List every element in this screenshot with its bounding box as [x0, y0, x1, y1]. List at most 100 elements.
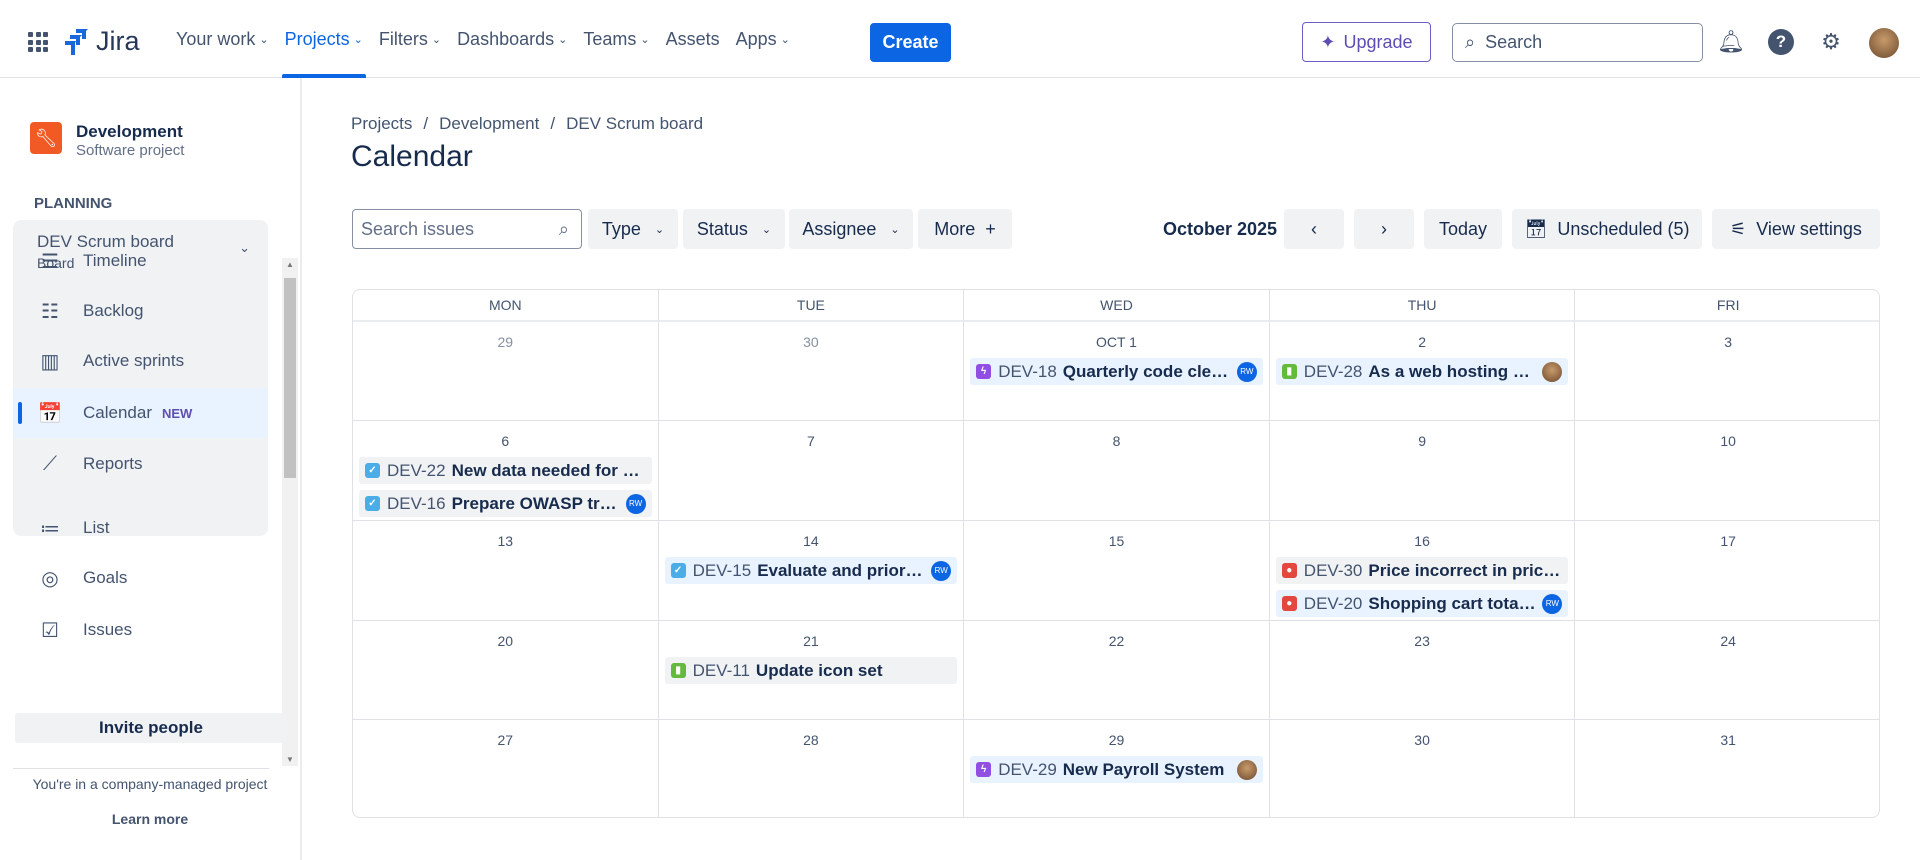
- sidebar-item-reports[interactable]: ⟋ Reports: [13, 439, 268, 489]
- search-input[interactable]: ⌕ Search: [1452, 23, 1703, 62]
- day-cell[interactable]: 31: [1575, 720, 1879, 817]
- day-cell[interactable]: 29: [353, 322, 659, 421]
- upgrade-button[interactable]: ✦ Upgrade: [1302, 22, 1431, 62]
- sidebar-item-goals[interactable]: ◎ Goals: [13, 553, 268, 603]
- app-switcher-icon[interactable]: [28, 32, 48, 52]
- issue-card[interactable]: ϟ DEV-18 Quarterly code cleanupRW: [970, 358, 1263, 385]
- upgrade-label: Upgrade: [1343, 31, 1413, 52]
- issue-card[interactable]: ✓ DEV-16 Prepare OWASP trainingRW: [359, 490, 652, 517]
- breadcrumb-board[interactable]: DEV Scrum board: [566, 114, 703, 133]
- day-cell[interactable]: 17: [1575, 521, 1879, 621]
- nav-filters[interactable]: Filters ⌄: [371, 0, 449, 78]
- create-button[interactable]: Create: [870, 23, 951, 62]
- day-number: OCT 1: [1095, 334, 1137, 350]
- nav-assets[interactable]: Assets: [658, 0, 728, 78]
- issue-card[interactable]: ● DEV-30 Price incorrect in pricing page: [1275, 557, 1569, 584]
- scroll-up-icon[interactable]: ▲: [286, 260, 294, 269]
- prev-month-button[interactable]: ‹: [1284, 209, 1344, 249]
- issue-card[interactable]: ✓ DEV-22 New data needed for campaign: [359, 457, 652, 484]
- day-cell[interactable]: 15: [964, 521, 1270, 621]
- jira-logo[interactable]: Jira: [64, 26, 140, 57]
- unscheduled-button[interactable]: 📅︎ Unscheduled (5): [1512, 209, 1702, 249]
- day-cell[interactable]: 23: [1269, 621, 1576, 720]
- story-icon: ▮: [670, 663, 686, 678]
- day-cell[interactable]: 21 ▮ DEV-11 Update icon set: [658, 621, 965, 720]
- day-cell[interactable]: 9: [1269, 421, 1576, 521]
- nav-label: Assets: [665, 28, 720, 49]
- unscheduled-label: Unscheduled (5): [1557, 218, 1690, 239]
- breadcrumb-projects[interactable]: Projects: [351, 114, 412, 133]
- issue-summary: Price incorrect in pricing page: [1368, 560, 1562, 580]
- day-cell[interactable]: OCT 1 ϟ DEV-18 Quarterly code cleanupRW: [964, 322, 1270, 421]
- jira-logo-text: Jira: [96, 26, 140, 56]
- day-cell[interactable]: 8: [964, 421, 1270, 521]
- sidebar-scrollbar[interactable]: ▲ ▼: [282, 258, 298, 766]
- next-month-button[interactable]: ›: [1354, 209, 1414, 249]
- nav-teams[interactable]: Teams ⌄: [575, 0, 657, 78]
- notifications-icon[interactable]: 🔔︎: [1717, 29, 1745, 55]
- nav-apps[interactable]: Apps ⌄: [728, 0, 798, 78]
- project-header[interactable]: 🔧︎ Development Software project: [30, 122, 184, 160]
- sidebar-item-list[interactable]: ≔ List: [13, 503, 268, 553]
- day-cell[interactable]: 6 ✓ DEV-22 New data needed for campaign …: [353, 421, 659, 521]
- sidebar-item-issues[interactable]: ☑ Issues: [13, 605, 268, 655]
- nav-your-work[interactable]: Your work ⌄: [168, 0, 277, 78]
- search-issues-placeholder: Search issues: [361, 218, 475, 239]
- nav-projects[interactable]: Projects ⌄: [277, 0, 371, 78]
- scroll-down-icon[interactable]: ▼: [286, 755, 294, 764]
- day-number: 14: [803, 533, 819, 549]
- sidebar-item-active-sprints[interactable]: ▥ Active sprints: [13, 336, 268, 386]
- assignee-avatar: RW: [1236, 361, 1257, 382]
- status-filter[interactable]: Status ⌄: [683, 209, 785, 249]
- issue-card[interactable]: ϟ DEV-29 New Payroll System: [970, 756, 1263, 783]
- day-cell[interactable]: 16 ● DEV-30 Price incorrect in pricing p…: [1269, 521, 1576, 621]
- help-icon[interactable]: ?: [1768, 29, 1794, 55]
- day-cell[interactable]: 29 ϟ DEV-29 New Payroll System: [964, 720, 1270, 817]
- search-icon: ⌕: [558, 218, 569, 239]
- day-cell[interactable]: 20: [353, 621, 659, 720]
- more-filters-button[interactable]: More +: [918, 209, 1012, 249]
- backlog-icon: ☷: [41, 300, 59, 323]
- sidebar-item-backlog[interactable]: ☷ Backlog: [13, 286, 268, 336]
- day-cell[interactable]: 7: [658, 421, 965, 521]
- day-number: 7: [806, 433, 815, 449]
- day-cell[interactable]: 30: [1270, 720, 1576, 817]
- day-cell[interactable]: 22: [964, 621, 1270, 720]
- search-issues-input[interactable]: Search issues ⌕: [352, 209, 582, 249]
- day-cell[interactable]: 28: [659, 720, 965, 817]
- day-cell[interactable]: 24: [1575, 621, 1879, 720]
- type-filter[interactable]: Type ⌄: [588, 209, 678, 249]
- issue-card[interactable]: ● DEV-20 Shopping cart total wrong RW: [1275, 590, 1569, 617]
- issue-card[interactable]: ▮ DEV-28 As a web hosting customer: [1275, 358, 1569, 385]
- sidebar-item-calendar[interactable]: 📅 Calendar NEW: [13, 388, 268, 438]
- learn-more-link[interactable]: Learn more: [0, 811, 300, 827]
- today-button[interactable]: Today: [1424, 209, 1502, 249]
- sidebar-item-label: Calendar: [83, 403, 152, 422]
- sidebar-item-timeline[interactable]: ☰ Timeline: [13, 236, 268, 286]
- issue-card[interactable]: ✓ DEV-15 Evaluate and prioritize RW: [664, 557, 958, 584]
- epic-icon: ϟ: [976, 364, 992, 379]
- task-icon: ✓: [365, 496, 380, 511]
- day-cell[interactable]: 30: [658, 322, 965, 421]
- issues-icon: ☑: [41, 619, 59, 642]
- day-cell[interactable]: 27: [353, 720, 659, 817]
- nav-dashboards[interactable]: Dashboards ⌄: [449, 0, 575, 78]
- issue-card[interactable]: ▮ DEV-11 Update icon set: [664, 657, 958, 684]
- invite-people-button[interactable]: Invite people: [15, 713, 287, 743]
- day-cell[interactable]: 2 ▮ DEV-28 As a web hosting customer: [1269, 322, 1576, 421]
- sliders-icon: ⚟: [1730, 218, 1747, 239]
- assignee-filter[interactable]: Assignee ⌄: [789, 209, 913, 249]
- day-cell[interactable]: 3: [1575, 322, 1879, 421]
- scrollbar-thumb[interactable]: [284, 278, 296, 478]
- avatar[interactable]: [1869, 28, 1899, 58]
- status-label: Status: [696, 218, 748, 239]
- assignee-label: Assignee: [802, 218, 877, 239]
- view-settings-button[interactable]: ⚟ View settings: [1712, 209, 1880, 249]
- gear-icon[interactable]: ⚙: [1818, 29, 1844, 55]
- day-cell[interactable]: 14 ✓ DEV-15 Evaluate and prioritize RW: [658, 521, 965, 621]
- page-title: Calendar: [351, 140, 473, 173]
- day-header-fri: FRI: [1575, 290, 1879, 322]
- breadcrumb-development[interactable]: Development: [439, 114, 539, 133]
- day-cell[interactable]: 10: [1575, 421, 1879, 521]
- day-cell[interactable]: 13: [353, 521, 659, 621]
